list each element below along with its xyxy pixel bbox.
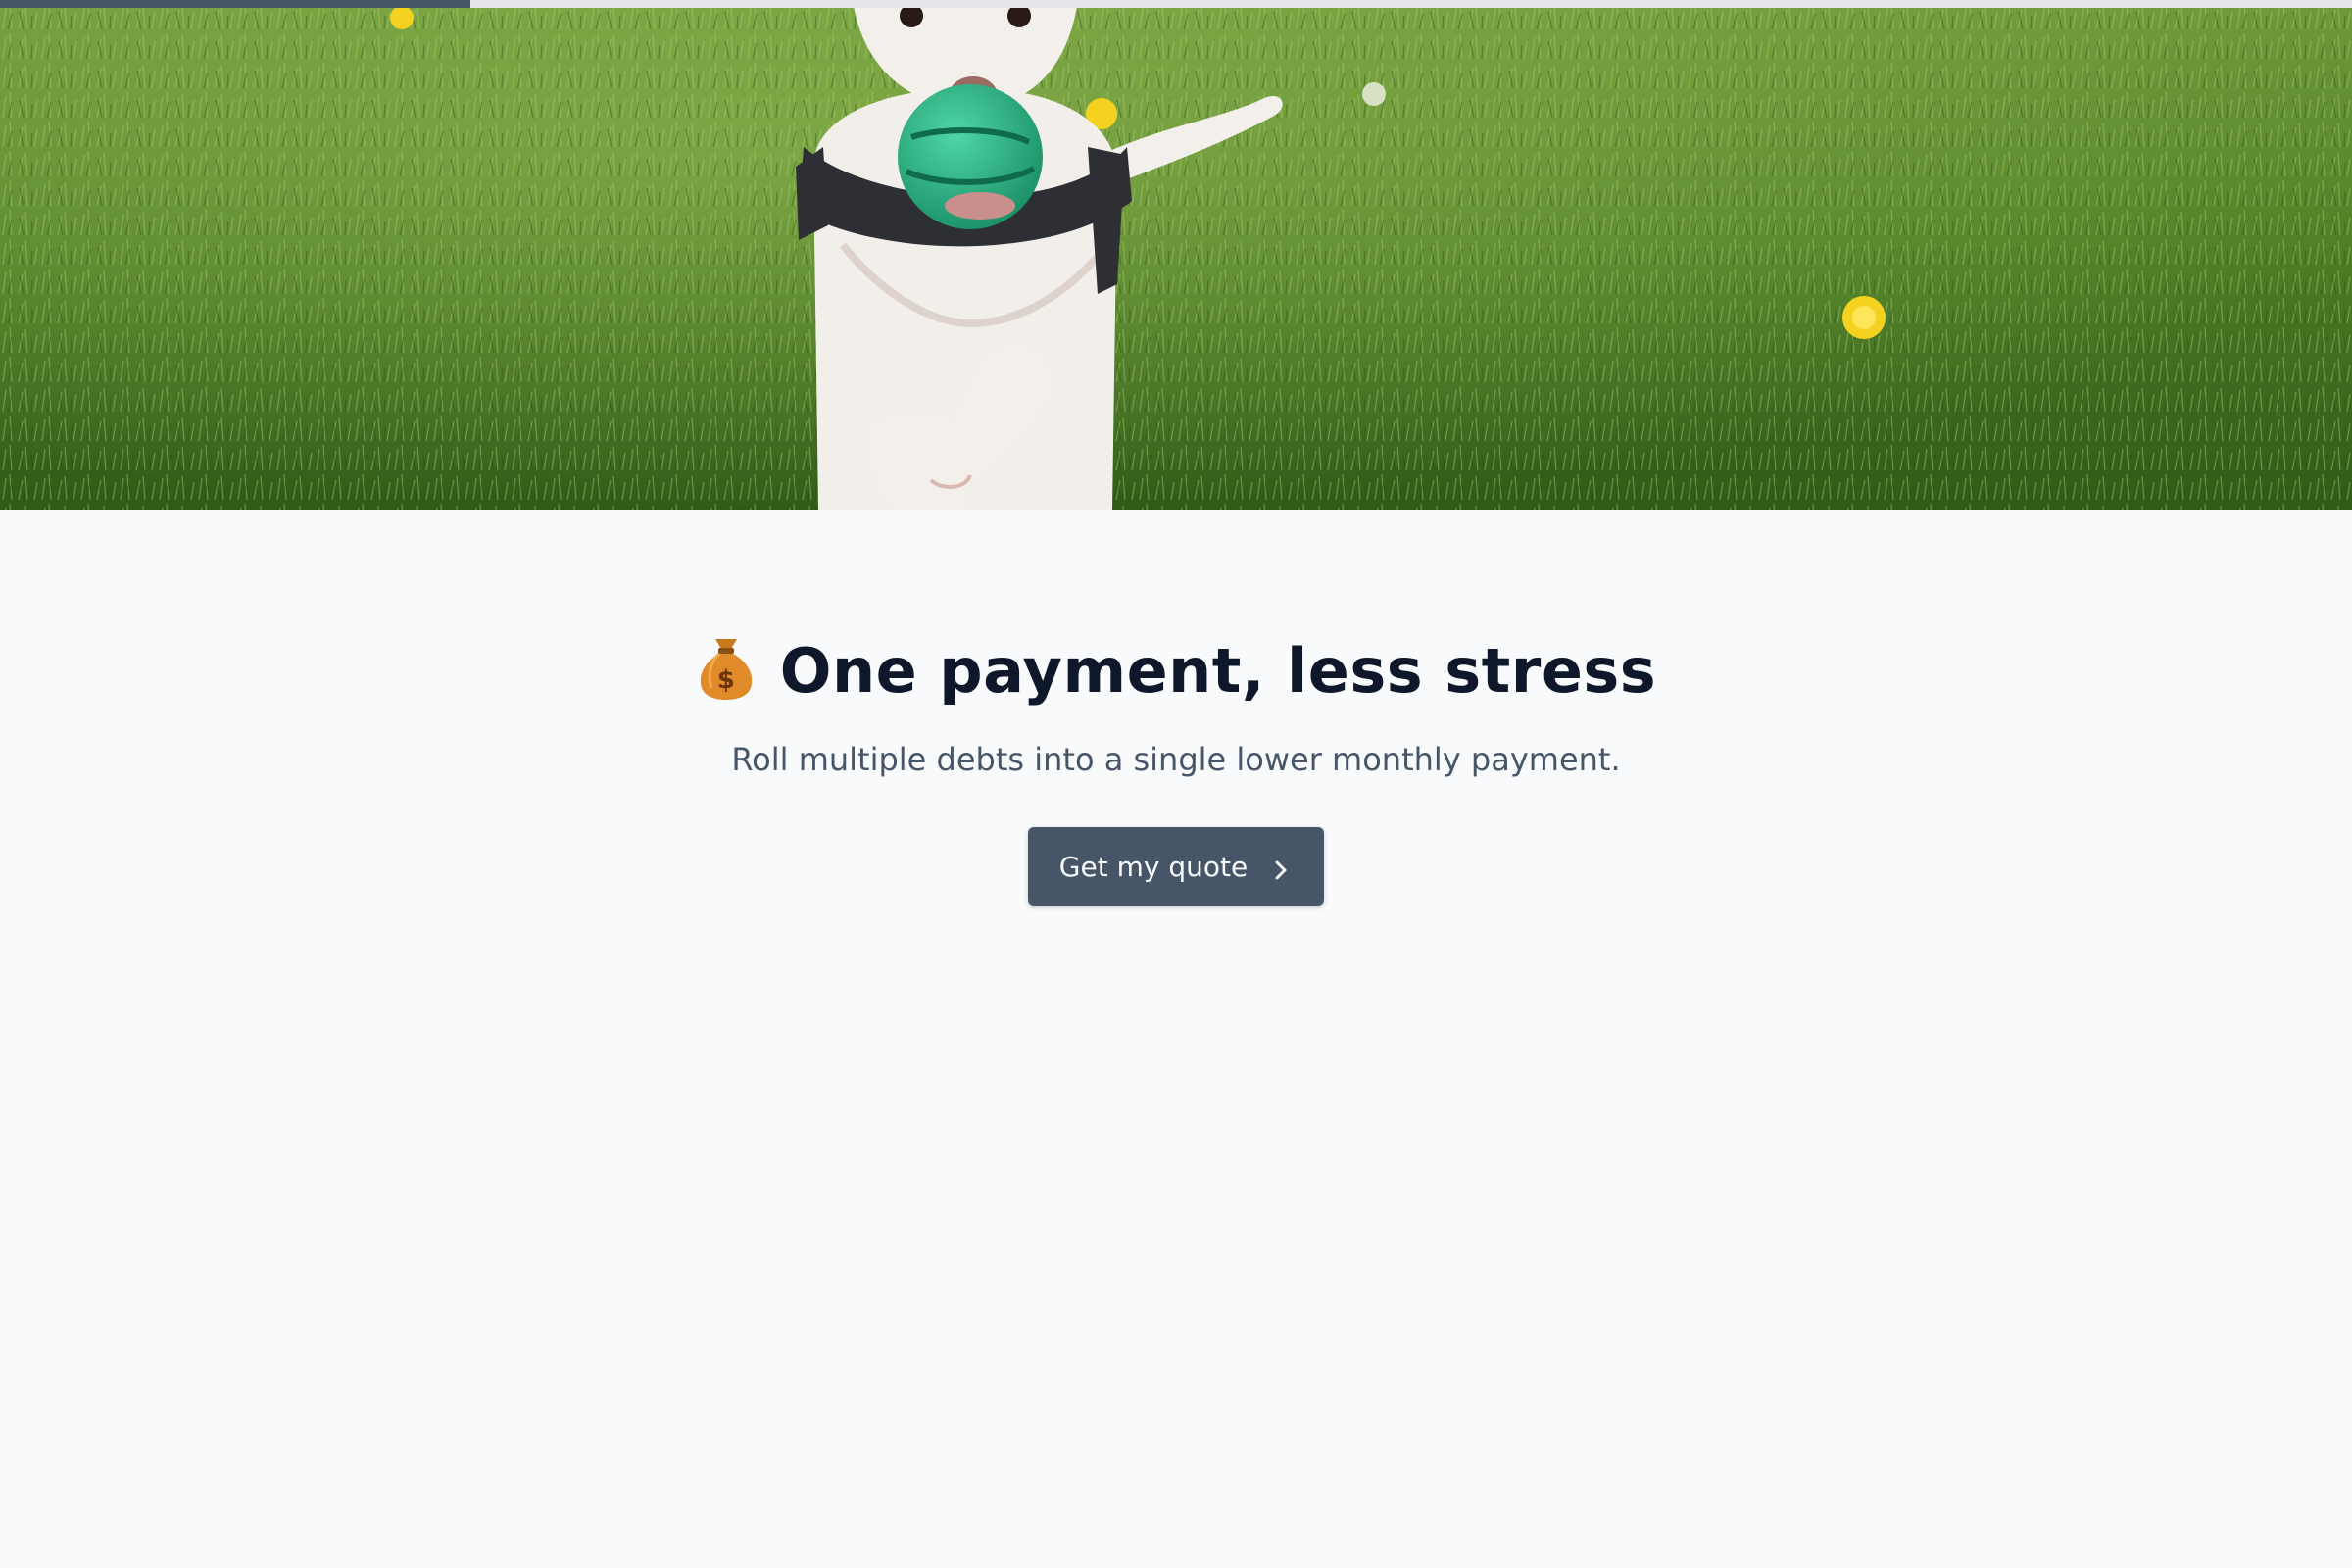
svg-text:$: $ [716,665,735,695]
chevron-right-icon [1271,856,1291,880]
get-quote-button-label: Get my quote [1058,850,1249,883]
hero-content: $ One payment, less stress Roll multiple… [0,627,2352,906]
hero-image [0,0,2352,510]
page-headline: $ One payment, less stress [0,627,2352,715]
money-bag-icon: $ [696,633,757,702]
get-quote-button[interactable]: Get my quote [1027,827,1325,906]
page-subtitle: Roll multiple debts into a single lower … [731,741,1621,778]
headline-text: One payment, less stress [779,635,1657,707]
progress-fill [0,0,470,8]
progress-bar [0,0,2352,8]
hero-photo [0,0,2352,510]
